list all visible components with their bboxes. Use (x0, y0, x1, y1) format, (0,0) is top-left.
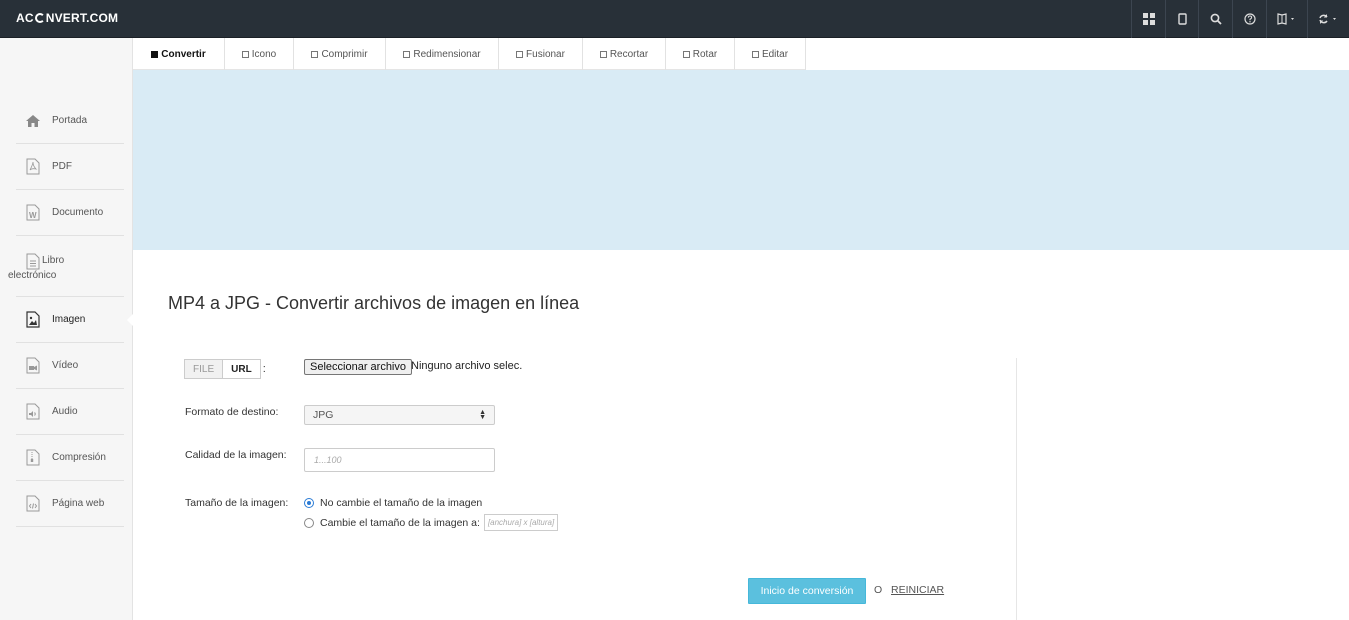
page-title: MP4 a JPG - Convertir archivos de imagen… (168, 293, 580, 313)
tab-label: Editar (761, 48, 789, 60)
resize-radio[interactable] (304, 517, 314, 528)
checkbox-icon (241, 50, 249, 58)
sidebar-item-audio[interactable]: Audio (16, 389, 124, 435)
sidebar-item-pdf[interactable]: PDF (16, 144, 124, 190)
top-navbar: AC NVERT.COM (0, 0, 1349, 38)
tool-tabs: Convertir Icono Comprimir Redimensionar … (133, 38, 806, 70)
checkbox-icon (682, 50, 690, 58)
dimensions-input[interactable]: [anchura] x [altura] (483, 514, 559, 531)
dimensions-placeholder: [anchura] x [altura] (487, 518, 555, 527)
quality-input[interactable]: 1...100 (304, 448, 495, 472)
sidebar-item-pagina-web[interactable]: Página web (16, 481, 124, 527)
logo-suffix: NVERT.COM (45, 11, 119, 25)
sidebar-item-label: PDF (52, 161, 72, 172)
sidebar-item-label: Documento (52, 207, 104, 218)
sidebar-menu: Portada PDF W Documento Libro electrónic… (8, 98, 134, 527)
sidebar-item-portada[interactable]: Portada (16, 98, 124, 144)
sidebar-item-label-line: Libro (42, 255, 65, 266)
tab-label: Recortar (609, 48, 649, 60)
tab-icono[interactable]: Icono (225, 38, 294, 70)
word-file-icon: W (24, 204, 42, 222)
image-size-label: Tamaño de la imagen: (185, 497, 289, 509)
svg-text:W: W (29, 211, 37, 220)
keep-size-option[interactable]: No cambie el tamaño de la imagen (304, 497, 482, 509)
audio-file-icon (24, 403, 42, 421)
sidebar-item-label-line: electrónico (8, 270, 57, 281)
reset-link[interactable]: REINICIAR (891, 584, 944, 596)
sidebar-item-label: Vídeo (52, 360, 79, 371)
checkbox-icon (599, 50, 607, 58)
tab-label: Icono (251, 48, 277, 60)
checkbox-icon (403, 50, 411, 58)
target-format-value: JPG (313, 409, 334, 421)
quality-label: Calidad de la imagen: (185, 449, 287, 461)
tab-comprimir[interactable]: Comprimir (294, 38, 386, 70)
keep-size-radio[interactable] (304, 498, 314, 508)
help-icon[interactable] (1232, 0, 1266, 38)
target-format-label: Formato de destino: (185, 406, 279, 418)
select-arrows-icon: ▲ ▼ (479, 409, 486, 421)
keep-size-label: No cambie el tamaño de la imagen (320, 497, 483, 509)
sidebar-item-label: Compresión (52, 452, 106, 463)
language-icon[interactable] (1266, 0, 1307, 38)
sidebar-item-documento[interactable]: W Documento (16, 190, 124, 236)
tab-fusionar[interactable]: Fusionar (499, 38, 583, 70)
ad-banner (133, 70, 1349, 250)
url-source-button[interactable]: URL (222, 359, 261, 379)
sidebar-item-imagen[interactable]: Imagen (16, 297, 134, 343)
sidebar-item-video[interactable]: Vídeo (16, 343, 124, 389)
sidebar-item-label: Portada (52, 115, 88, 126)
tab-label: Convertir (161, 48, 206, 60)
archive-file-icon (24, 449, 42, 467)
sidebar: Portada PDF W Documento Libro electrónic… (0, 38, 134, 620)
sidebar-item-label: Imagen (52, 314, 86, 325)
video-file-icon (24, 357, 42, 375)
checkbox-icon (751, 50, 759, 58)
tab-label: Fusionar (526, 48, 565, 60)
tab-rotar[interactable]: Rotar (666, 38, 735, 70)
source-toggle: FILE URL : (184, 359, 266, 379)
toggle-separator: : (262, 363, 266, 375)
tab-label: Comprimir (321, 48, 368, 60)
pdf-file-icon (24, 158, 42, 176)
site-logo[interactable]: AC NVERT.COM (16, 11, 118, 25)
column-divider (1016, 358, 1017, 620)
search-icon[interactable] (1198, 0, 1232, 38)
file-status: Ninguno archivo selec. (411, 360, 523, 372)
code-file-icon (24, 495, 42, 513)
sidebar-item-compresion[interactable]: Compresión (16, 435, 124, 481)
tab-redimensionar[interactable]: Redimensionar (386, 38, 499, 70)
sidebar-item-libro-electronico[interactable]: Libro electrónico (8, 236, 124, 297)
checkbox-icon (516, 50, 524, 58)
choose-file-button[interactable]: Seleccionar archivo (304, 359, 412, 375)
logo-ring-icon (34, 13, 45, 23)
tab-label: Rotar (692, 48, 718, 60)
quality-placeholder: 1...100 (314, 455, 342, 465)
checkbox-icon (151, 50, 159, 58)
checkbox-icon (311, 50, 319, 58)
sidebar-item-label: Página web (52, 498, 105, 509)
grid-icon[interactable] (1131, 0, 1165, 38)
image-file-icon (24, 311, 42, 329)
tab-editar[interactable]: Editar (735, 38, 806, 70)
active-indicator (127, 312, 134, 327)
mobile-icon[interactable] (1165, 0, 1198, 38)
tab-convertir[interactable]: Convertir (133, 38, 225, 70)
sidebar-item-label: Audio (52, 406, 78, 417)
target-format-select[interactable]: JPG ▲ ▼ (304, 405, 495, 425)
or-separator: O (874, 584, 883, 596)
logo-prefix: AC (16, 11, 34, 25)
resize-option[interactable]: Cambie el tamaño de la imagen a: [anchur… (304, 514, 559, 531)
sidebar-item-label: Libro electrónico (8, 253, 86, 283)
tab-recortar[interactable]: Recortar (583, 38, 666, 70)
refresh-icon[interactable] (1307, 0, 1349, 38)
tab-label: Redimensionar (413, 48, 481, 60)
file-source-button[interactable]: FILE (184, 359, 223, 379)
resize-label: Cambie el tamaño de la imagen a: (320, 516, 480, 529)
home-icon (24, 112, 42, 130)
start-conversion-button[interactable]: Inicio de conversión (748, 578, 866, 604)
top-toolbar (1131, 0, 1349, 38)
